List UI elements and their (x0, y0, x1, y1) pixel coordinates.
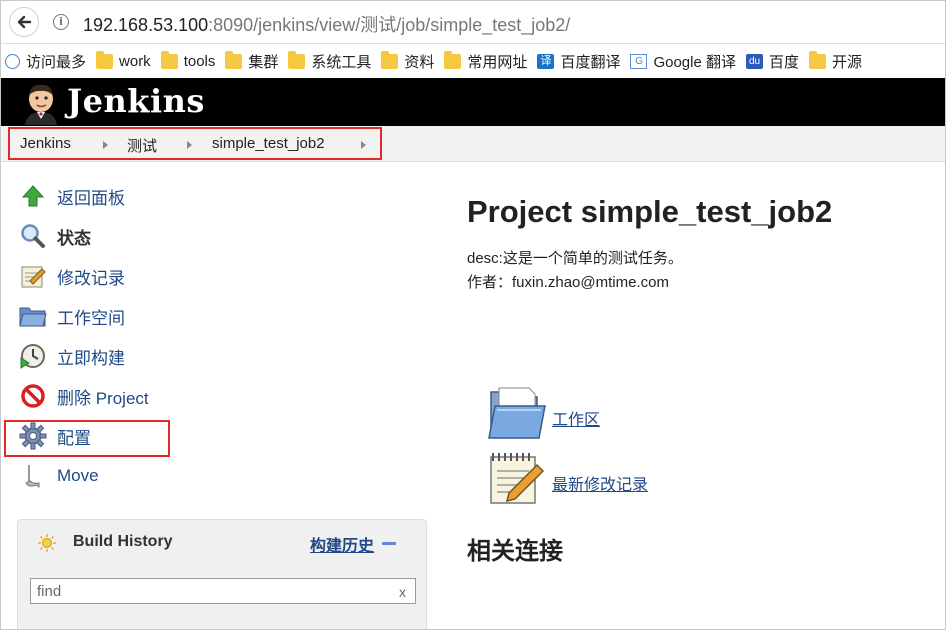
task-label: Move (57, 466, 99, 485)
task-label: 返回面板 (57, 188, 125, 208)
fanyi-icon: 译 (537, 53, 555, 69)
project-description-line1: desc:这是一个简单的测试任务。 (467, 250, 683, 267)
bookmark-label: tools (183, 52, 216, 70)
header-title[interactable]: Jenkins (67, 82, 205, 120)
task-configure[interactable]: 配置 (19, 422, 91, 450)
url-path: :8090/jenkins/view/测试/job/simple_test_jo… (208, 15, 571, 35)
task-label: 立即构建 (57, 348, 125, 368)
related-links-heading: 相关连接 (467, 538, 563, 565)
jenkins-header: Jenkins (1, 78, 945, 126)
screenshot: i 192.168.53.100:8090/jenkins/view/测试/jo… (0, 0, 946, 630)
bookmark-work[interactable]: work (96, 50, 151, 70)
breadcrumb-arrow-icon[interactable] (187, 141, 192, 149)
link-workspace[interactable]: 工作区 (552, 406, 600, 430)
page-title: Project simple_test_job2 (467, 194, 833, 229)
bookmark-label: 集群 (248, 53, 279, 71)
bookmark-baidu-fanyi[interactable]: 译百度翻译 (537, 51, 620, 72)
folder-icon (160, 50, 178, 69)
task-delete-project[interactable]: 删除 Project (19, 382, 149, 410)
bookmark-common-sites[interactable]: 常用网址 (444, 50, 528, 72)
bookmark-label: 常用网址 (467, 53, 528, 71)
bookmark-label: 访问最多 (26, 53, 87, 71)
bookmark-opensource[interactable]: 开源 (809, 50, 863, 72)
bookmark-tools[interactable]: tools (160, 50, 216, 70)
folder-icon (225, 50, 243, 69)
visited-icon (5, 53, 20, 69)
folder-icon (19, 302, 47, 330)
task-label: 修改记录 (57, 268, 125, 288)
mover-icon (19, 462, 47, 490)
build-history-search-input[interactable] (30, 578, 416, 604)
baidu-icon: du (746, 53, 763, 69)
task-label: 状态 (57, 228, 91, 248)
up-arrow-icon (19, 182, 47, 210)
folder-icon (809, 50, 827, 69)
url-field[interactable]: 192.168.53.100:8090/jenkins/view/测试/job/… (83, 11, 570, 37)
clock-play-icon (19, 342, 47, 370)
sun-weather-icon (38, 534, 56, 552)
folder-icon (96, 50, 114, 69)
jenkins-butler-logo-icon[interactable] (19, 81, 63, 125)
breadcrumb-item-job[interactable]: simple_test_job2 (212, 135, 325, 152)
task-workspace[interactable]: 工作空间 (19, 302, 125, 330)
breadcrumb-arrow-icon[interactable] (361, 141, 366, 149)
address-bar: i 192.168.53.100:8090/jenkins/view/测试/jo… (1, 1, 945, 44)
task-build-now[interactable]: 立即构建 (19, 342, 125, 370)
info-icon[interactable]: i (53, 14, 69, 30)
back-arrow-icon (17, 15, 32, 29)
bookmark-docs[interactable]: 资料 (381, 50, 435, 72)
bookmark-label: work (119, 52, 151, 70)
bookmark-label: Google 翻译 (653, 53, 736, 71)
bookmark-label: 开源 (832, 53, 863, 71)
task-status[interactable]: 状态 (19, 222, 91, 250)
task-label: 工作空间 (57, 308, 125, 328)
bookmark-baidu[interactable]: du 百度 (746, 51, 799, 72)
bookmark-google-translate[interactable]: G Google 翻译 (630, 51, 736, 72)
google-translate-icon: G (630, 53, 648, 69)
build-history-widget: Build History 构建历史 x (17, 519, 427, 629)
bookmark-label: 资料 (404, 53, 435, 71)
folder-icon[interactable] (485, 386, 547, 442)
folder-icon (288, 50, 306, 69)
task-move[interactable]: Move (19, 462, 99, 490)
search-icon (19, 222, 47, 250)
bookmark-visited[interactable]: 访问最多 (5, 51, 86, 72)
build-history-trend-link[interactable]: 构建历史 (310, 532, 374, 556)
no-entry-icon (19, 382, 47, 410)
clear-search-button[interactable]: x (399, 584, 406, 600)
bookmark-label: 百度 (769, 53, 800, 71)
bookmark-cluster[interactable]: 集群 (225, 50, 279, 72)
build-history-title: Build History (73, 533, 173, 550)
bookmarks-bar: 访问最多 work tools 集群 系统工具 资料 常用网址 译百度翻译 GG… (1, 44, 945, 78)
project-description-line2: 作者：fuxin.zhao@mtime.com (467, 274, 669, 291)
breadcrumb-item-view[interactable]: 测试 (127, 135, 157, 156)
task-changes[interactable]: 修改记录 (19, 262, 125, 290)
folder-icon (381, 50, 399, 69)
bookmark-label: 百度翻译 (560, 53, 621, 71)
bookmark-systools[interactable]: 系统工具 (288, 50, 372, 72)
task-label: 删除 Project (57, 388, 149, 408)
task-back-to-dashboard[interactable]: 返回面板 (19, 182, 125, 210)
url-host: 192.168.53.100 (83, 15, 209, 35)
collapse-icon[interactable] (382, 542, 396, 545)
back-button[interactable] (9, 7, 39, 37)
notepad-icon (19, 262, 47, 290)
breadcrumb-arrow-icon[interactable] (103, 141, 108, 149)
bookmark-label: 系统工具 (311, 53, 372, 71)
task-label: 配置 (57, 428, 91, 448)
folder-icon (444, 50, 462, 69)
gear-icon (19, 422, 47, 450)
link-recent-changes[interactable]: 最新修改记录 (552, 471, 648, 495)
breadcrumb-item-jenkins[interactable]: Jenkins (20, 135, 71, 152)
notepad-icon[interactable] (485, 451, 547, 507)
